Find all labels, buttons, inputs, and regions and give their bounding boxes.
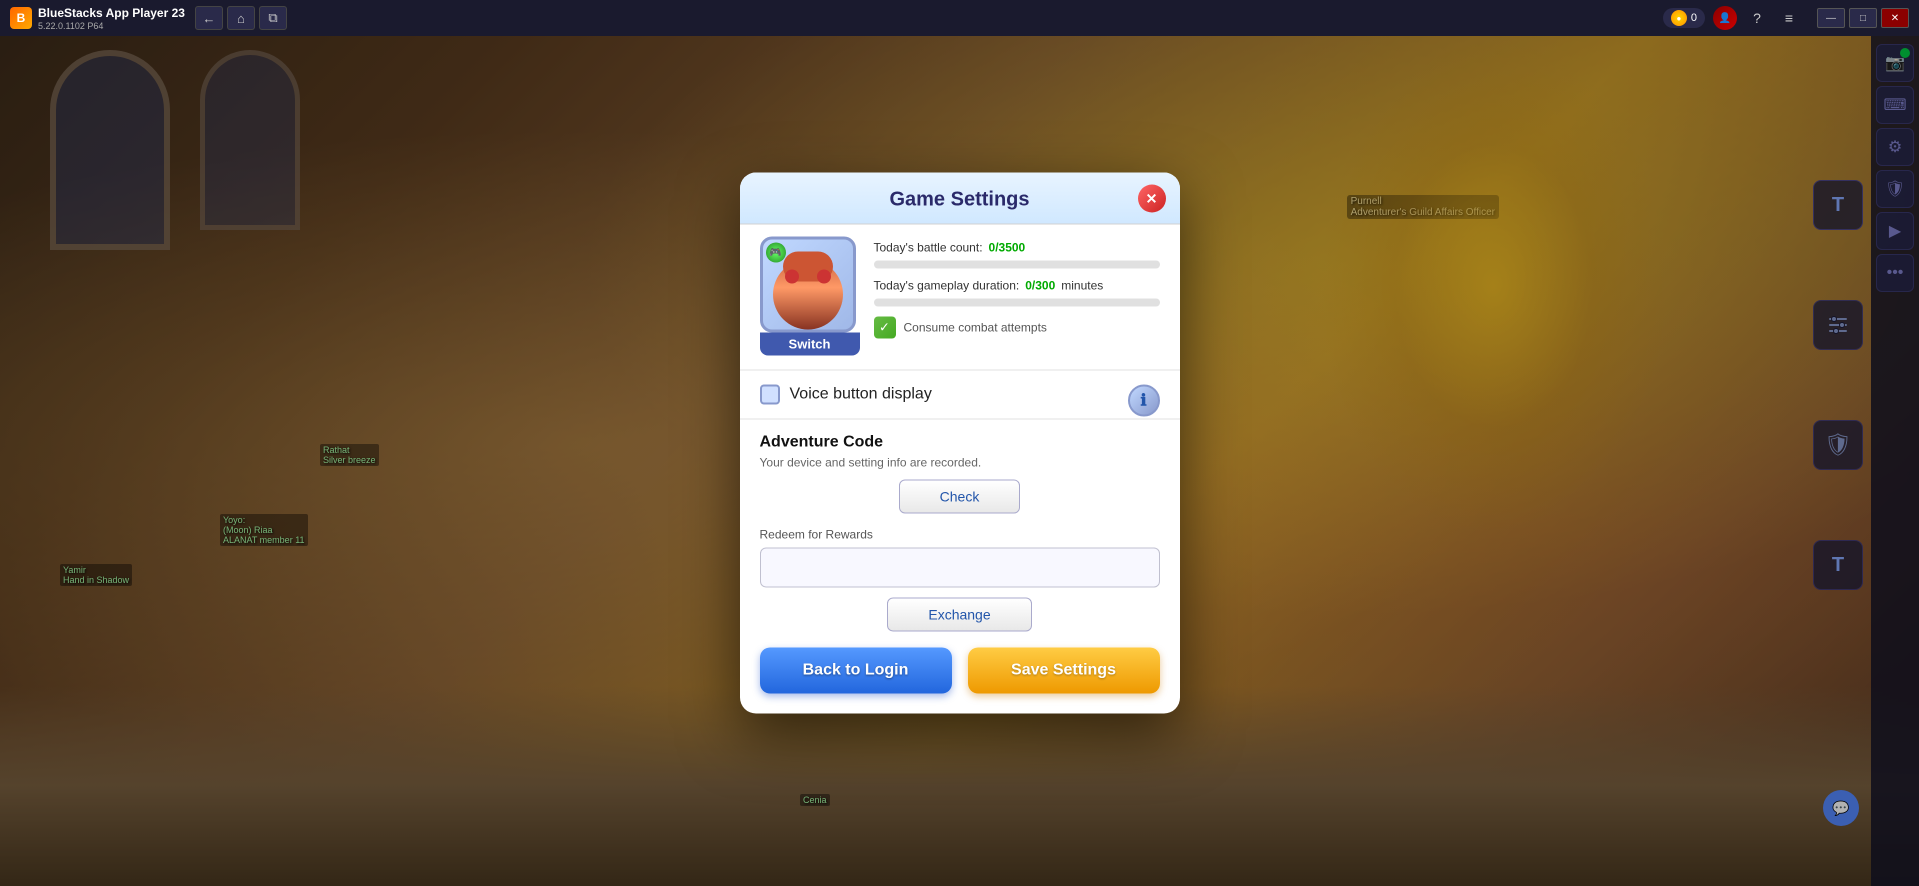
- back-to-login-button[interactable]: Back to Login: [760, 648, 952, 694]
- gameplay-duration-row: Today's gameplay duration: 0/300 minutes: [874, 279, 1160, 293]
- tab-nav-button[interactable]: ⧉: [259, 6, 287, 30]
- back-nav-button[interactable]: ←: [195, 6, 223, 30]
- nav-buttons: ← ⌂ ⧉: [195, 6, 287, 30]
- topbar: B BlueStacks App Player 23 5.22.0.1102 P…: [0, 0, 1919, 36]
- battle-count-row: Today's battle count: 0/3500: [874, 241, 1160, 255]
- modal-close-button[interactable]: ✕: [1138, 185, 1166, 213]
- stats-section: Today's battle count: 0/3500 Today's gam…: [860, 237, 1160, 356]
- gameplay-duration-value: 0/300: [1025, 279, 1055, 293]
- gameplay-duration-unit: minutes: [1061, 279, 1103, 293]
- consume-check-icon: ✓: [874, 317, 896, 339]
- minimize-button[interactable]: —: [1817, 8, 1845, 28]
- bottom-buttons: Back to Login Save Settings: [740, 632, 1180, 694]
- info-button[interactable]: ℹ: [1128, 385, 1160, 417]
- coins-value: 0: [1691, 12, 1697, 24]
- divider-2: [740, 419, 1180, 420]
- modal-title: Game Settings: [889, 189, 1029, 211]
- consume-row: ✓ Consume combat attempts: [874, 317, 1160, 339]
- redeem-label: Redeem for Rewards: [740, 528, 1180, 542]
- game-settings-modal: Game Settings ✕ 🎮 Switch: [740, 173, 1180, 714]
- window-controls: — □ ✕: [1817, 8, 1909, 28]
- app-version: 5.22.0.1102 P64: [38, 21, 185, 31]
- redeem-input[interactable]: [760, 548, 1160, 588]
- coins-badge: ● 0: [1663, 8, 1705, 28]
- app-title: BlueStacks App Player 23: [38, 6, 185, 20]
- divider-1: [740, 370, 1180, 371]
- battle-count-bar: [874, 261, 1160, 269]
- header-info-area: 🎮 Switch Today's battle count: 0/3500: [740, 225, 1180, 356]
- modal-header: Game Settings ✕: [740, 173, 1180, 225]
- app-logo: B BlueStacks App Player 23 5.22.0.1102 P…: [10, 6, 185, 31]
- consume-label: Consume combat attempts: [904, 321, 1047, 335]
- coin-icon: ●: [1671, 10, 1687, 26]
- menu-button[interactable]: ≡: [1777, 6, 1801, 30]
- gameplay-duration-label: Today's gameplay duration:: [874, 279, 1020, 293]
- user-avatar[interactable]: 👤: [1713, 6, 1737, 30]
- battle-count-label: Today's battle count:: [874, 241, 983, 255]
- battle-count-value: 0/3500: [989, 241, 1026, 255]
- adventure-code-desc: Your device and setting info are recorde…: [740, 456, 1180, 470]
- help-button[interactable]: ?: [1745, 6, 1769, 30]
- voice-checkbox[interactable]: [760, 385, 780, 405]
- topbar-right: ● 0 👤 ? ≡ — □ ✕: [1663, 6, 1909, 30]
- voice-row: Voice button display: [740, 385, 1180, 405]
- save-settings-button[interactable]: Save Settings: [968, 648, 1160, 694]
- avatar-character: [773, 260, 843, 330]
- avatar-section: 🎮 Switch: [760, 237, 860, 356]
- avatar-frame: 🎮: [760, 237, 856, 333]
- exchange-button[interactable]: Exchange: [887, 598, 1031, 632]
- modal-body: 🎮 Switch Today's battle count: 0/3500: [740, 225, 1180, 694]
- gameplay-duration-bar: [874, 299, 1160, 307]
- home-nav-button[interactable]: ⌂: [227, 6, 255, 30]
- avatar-icon-overlay: 🎮: [766, 243, 786, 263]
- app-title-group: BlueStacks App Player 23 5.22.0.1102 P64: [38, 6, 185, 31]
- adventure-code-title: Adventure Code: [740, 434, 1180, 452]
- voice-label: Voice button display: [790, 386, 932, 404]
- check-button[interactable]: Check: [899, 480, 1021, 514]
- close-button[interactable]: ✕: [1881, 8, 1909, 28]
- maximize-button[interactable]: □: [1849, 8, 1877, 28]
- switch-label[interactable]: Switch: [760, 333, 860, 356]
- app-icon: B: [10, 7, 32, 29]
